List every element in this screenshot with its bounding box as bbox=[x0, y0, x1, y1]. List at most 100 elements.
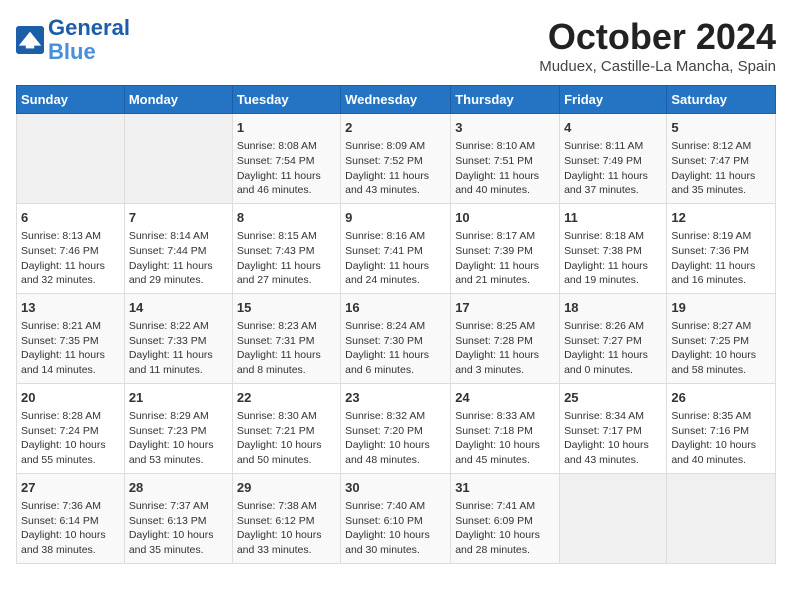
day-number: 13 bbox=[21, 299, 120, 317]
calendar-cell: 5 Sunrise: 8:12 AM Sunset: 7:47 PM Daylig… bbox=[667, 114, 776, 204]
calendar-cell bbox=[17, 114, 125, 204]
calendar-cell: 11 Sunrise: 8:18 AM Sunset: 7:38 PM Dayli… bbox=[560, 203, 667, 293]
day-info: Sunrise: 8:09 AM Sunset: 7:52 PM Dayligh… bbox=[345, 139, 446, 198]
day-info: Sunrise: 8:19 AM Sunset: 7:36 PM Dayligh… bbox=[671, 229, 771, 288]
logo-text: General Blue bbox=[48, 16, 130, 64]
day-number: 28 bbox=[129, 479, 228, 497]
day-info: Sunrise: 8:08 AM Sunset: 7:54 PM Dayligh… bbox=[237, 139, 336, 198]
day-number: 5 bbox=[671, 119, 771, 137]
calendar-cell: 29Sunrise: 7:38 AM Sunset: 6:12 PM Dayli… bbox=[232, 473, 340, 563]
day-number: 12 bbox=[671, 209, 771, 227]
calendar-cell: 12 Sunrise: 8:19 AM Sunset: 7:36 PM Dayli… bbox=[667, 203, 776, 293]
day-info: Sunrise: 7:41 AM Sunset: 6:09 PM Dayligh… bbox=[455, 499, 555, 558]
day-info: Sunrise: 8:34 AM Sunset: 7:17 PM Dayligh… bbox=[564, 409, 662, 468]
title-block: October 2024 Muduex, Castille-La Mancha,… bbox=[539, 16, 776, 75]
day-info: Sunrise: 8:33 AM Sunset: 7:18 PM Dayligh… bbox=[455, 409, 555, 468]
day-info: Sunrise: 7:37 AM Sunset: 6:13 PM Dayligh… bbox=[129, 499, 228, 558]
calendar-cell: 1Sunrise: 8:08 AM Sunset: 7:54 PM Daylig… bbox=[232, 114, 340, 204]
calendar-cell: 30Sunrise: 7:40 AM Sunset: 6:10 PM Dayli… bbox=[341, 473, 451, 563]
day-info: Sunrise: 8:11 AM Sunset: 7:49 PM Dayligh… bbox=[564, 139, 662, 198]
logo: General Blue bbox=[16, 16, 130, 64]
day-number: 3 bbox=[455, 119, 555, 137]
day-number: 27 bbox=[21, 479, 120, 497]
day-info: Sunrise: 8:29 AM Sunset: 7:23 PM Dayligh… bbox=[129, 409, 228, 468]
day-number: 25 bbox=[564, 389, 662, 407]
day-info: Sunrise: 8:21 AM Sunset: 7:35 PM Dayligh… bbox=[21, 319, 120, 378]
day-info: Sunrise: 8:30 AM Sunset: 7:21 PM Dayligh… bbox=[237, 409, 336, 468]
day-info: Sunrise: 8:17 AM Sunset: 7:39 PM Dayligh… bbox=[455, 229, 555, 288]
calendar-week-row: 20 Sunrise: 8:28 AM Sunset: 7:24 PM Dayli… bbox=[17, 383, 776, 473]
day-info: Sunrise: 8:16 AM Sunset: 7:41 PM Dayligh… bbox=[345, 229, 446, 288]
calendar-cell: 8 Sunrise: 8:15 AM Sunset: 7:43 PM Daylig… bbox=[232, 203, 340, 293]
day-info: Sunrise: 8:23 AM Sunset: 7:31 PM Dayligh… bbox=[237, 319, 336, 378]
day-number: 17 bbox=[455, 299, 555, 317]
calendar-cell: 27Sunrise: 7:36 AM Sunset: 6:14 PM Dayli… bbox=[17, 473, 125, 563]
day-info: Sunrise: 8:18 AM Sunset: 7:38 PM Dayligh… bbox=[564, 229, 662, 288]
logo-line1: General bbox=[48, 15, 130, 40]
calendar-week-row: 6 Sunrise: 8:13 AM Sunset: 7:46 PM Daylig… bbox=[17, 203, 776, 293]
calendar-cell bbox=[560, 473, 667, 563]
day-info: Sunrise: 8:25 AM Sunset: 7:28 PM Dayligh… bbox=[455, 319, 555, 378]
weekday-header: Thursday bbox=[451, 86, 560, 114]
day-number: 22 bbox=[237, 389, 336, 407]
logo-icon bbox=[16, 26, 44, 54]
day-info: Sunrise: 8:28 AM Sunset: 7:24 PM Dayligh… bbox=[21, 409, 120, 468]
logo-line2: Blue bbox=[48, 39, 96, 64]
calendar-cell: 10Sunrise: 8:17 AM Sunset: 7:39 PM Dayli… bbox=[451, 203, 560, 293]
calendar-cell bbox=[124, 114, 232, 204]
calendar-cell: 19Sunrise: 8:27 AM Sunset: 7:25 PM Dayli… bbox=[667, 293, 776, 383]
day-info: Sunrise: 8:35 AM Sunset: 7:16 PM Dayligh… bbox=[671, 409, 771, 468]
day-number: 23 bbox=[345, 389, 446, 407]
calendar-cell: 15Sunrise: 8:23 AM Sunset: 7:31 PM Dayli… bbox=[232, 293, 340, 383]
calendar-cell: 25 Sunrise: 8:34 AM Sunset: 7:17 PM Dayli… bbox=[560, 383, 667, 473]
calendar-cell: 20 Sunrise: 8:28 AM Sunset: 7:24 PM Dayli… bbox=[17, 383, 125, 473]
calendar-cell: 22 Sunrise: 8:30 AM Sunset: 7:21 PM Dayli… bbox=[232, 383, 340, 473]
weekday-header: Friday bbox=[560, 86, 667, 114]
calendar-cell: 14 Sunrise: 8:22 AM Sunset: 7:33 PM Dayli… bbox=[124, 293, 232, 383]
day-number: 30 bbox=[345, 479, 446, 497]
calendar-cell: 9 Sunrise: 8:16 AM Sunset: 7:41 PM Daylig… bbox=[341, 203, 451, 293]
day-number: 31 bbox=[455, 479, 555, 497]
day-info: Sunrise: 8:27 AM Sunset: 7:25 PM Dayligh… bbox=[671, 319, 771, 378]
day-number: 8 bbox=[237, 209, 336, 227]
day-info: Sunrise: 7:38 AM Sunset: 6:12 PM Dayligh… bbox=[237, 499, 336, 558]
day-number: 7 bbox=[129, 209, 228, 227]
day-number: 2 bbox=[345, 119, 446, 137]
day-info: Sunrise: 8:15 AM Sunset: 7:43 PM Dayligh… bbox=[237, 229, 336, 288]
day-info: Sunrise: 8:22 AM Sunset: 7:33 PM Dayligh… bbox=[129, 319, 228, 378]
location: Muduex, Castille-La Mancha, Spain bbox=[539, 58, 776, 75]
weekday-header: Saturday bbox=[667, 86, 776, 114]
calendar-week-row: 27Sunrise: 7:36 AM Sunset: 6:14 PM Dayli… bbox=[17, 473, 776, 563]
calendar-cell bbox=[667, 473, 776, 563]
header-row: SundayMondayTuesdayWednesdayThursdayFrid… bbox=[17, 86, 776, 114]
calendar-cell: 26Sunrise: 8:35 AM Sunset: 7:16 PM Dayli… bbox=[667, 383, 776, 473]
weekday-header: Monday bbox=[124, 86, 232, 114]
month-title: October 2024 bbox=[539, 16, 776, 58]
calendar-cell: 28 Sunrise: 7:37 AM Sunset: 6:13 PM Dayli… bbox=[124, 473, 232, 563]
day-number: 4 bbox=[564, 119, 662, 137]
day-number: 20 bbox=[21, 389, 120, 407]
calendar-table: SundayMondayTuesdayWednesdayThursdayFrid… bbox=[16, 85, 776, 564]
day-number: 24 bbox=[455, 389, 555, 407]
calendar-cell: 18Sunrise: 8:26 AM Sunset: 7:27 PM Dayli… bbox=[560, 293, 667, 383]
day-info: Sunrise: 8:14 AM Sunset: 7:44 PM Dayligh… bbox=[129, 229, 228, 288]
day-number: 14 bbox=[129, 299, 228, 317]
calendar-cell: 24 Sunrise: 8:33 AM Sunset: 7:18 PM Dayli… bbox=[451, 383, 560, 473]
day-info: Sunrise: 8:12 AM Sunset: 7:47 PM Dayligh… bbox=[671, 139, 771, 198]
calendar-cell: 17 Sunrise: 8:25 AM Sunset: 7:28 PM Dayli… bbox=[451, 293, 560, 383]
day-number: 11 bbox=[564, 209, 662, 227]
day-info: Sunrise: 8:13 AM Sunset: 7:46 PM Dayligh… bbox=[21, 229, 120, 288]
day-number: 6 bbox=[21, 209, 120, 227]
day-number: 16 bbox=[345, 299, 446, 317]
day-number: 9 bbox=[345, 209, 446, 227]
calendar-cell: 7 Sunrise: 8:14 AM Sunset: 7:44 PM Daylig… bbox=[124, 203, 232, 293]
day-info: Sunrise: 8:10 AM Sunset: 7:51 PM Dayligh… bbox=[455, 139, 555, 198]
calendar-cell: 13 Sunrise: 8:21 AM Sunset: 7:35 PM Dayli… bbox=[17, 293, 125, 383]
day-info: Sunrise: 8:32 AM Sunset: 7:20 PM Dayligh… bbox=[345, 409, 446, 468]
calendar-cell: 4 Sunrise: 8:11 AM Sunset: 7:49 PM Daylig… bbox=[560, 114, 667, 204]
weekday-header: Wednesday bbox=[341, 86, 451, 114]
weekday-header: Sunday bbox=[17, 86, 125, 114]
weekday-header: Tuesday bbox=[232, 86, 340, 114]
calendar-week-row: 13 Sunrise: 8:21 AM Sunset: 7:35 PM Dayli… bbox=[17, 293, 776, 383]
calendar-cell: 23 Sunrise: 8:32 AM Sunset: 7:20 PM Dayli… bbox=[341, 383, 451, 473]
